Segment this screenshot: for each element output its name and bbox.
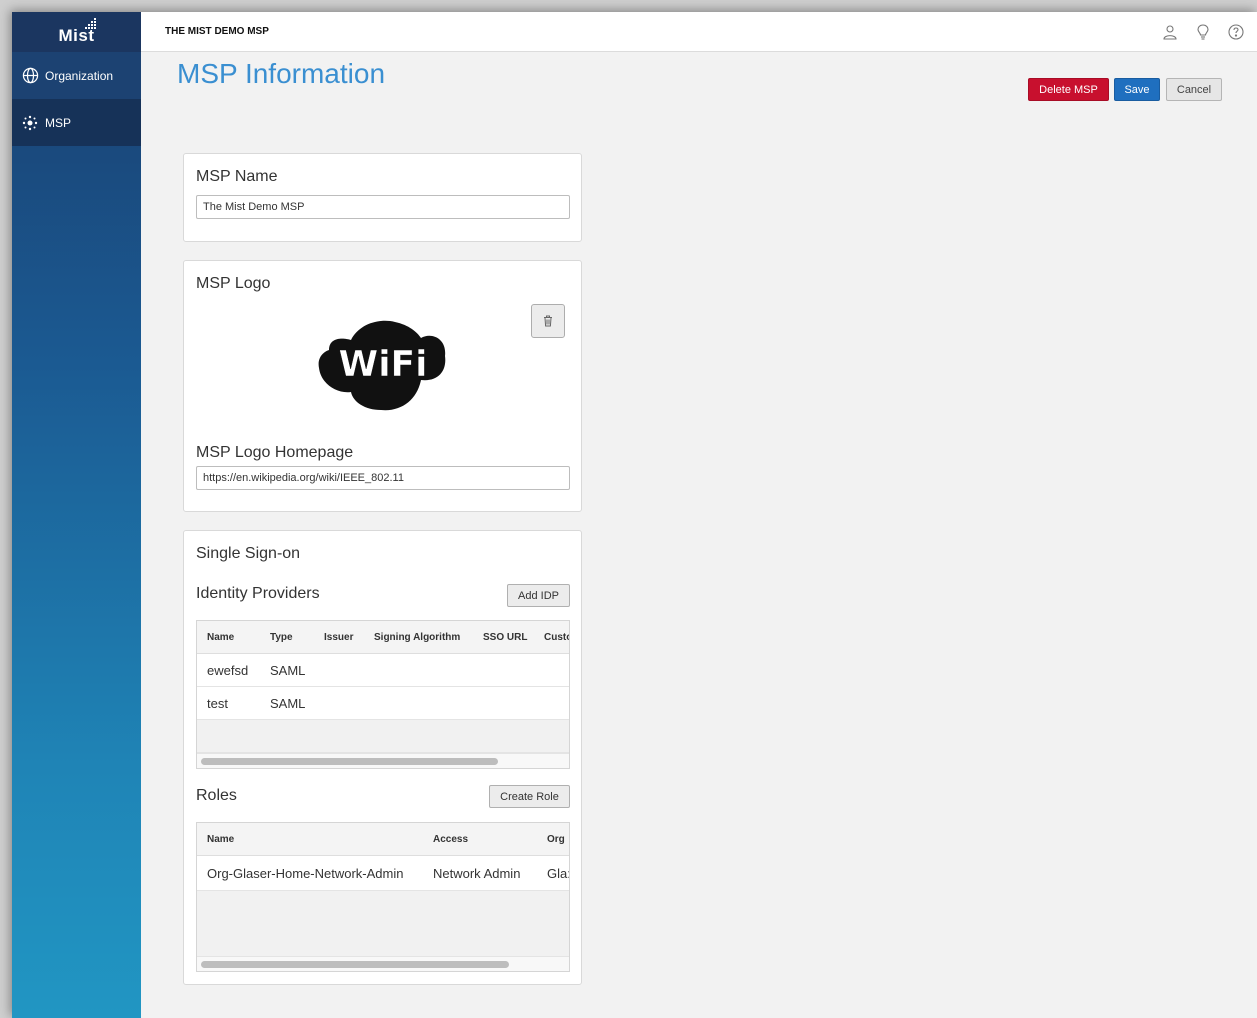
msp-logo-card: MSP Logo WiFi MSP Logo Homepage https://… xyxy=(183,260,582,512)
msp-name-heading: MSP Name xyxy=(196,168,278,185)
delete-msp-button[interactable]: Delete MSP xyxy=(1028,78,1109,101)
idp-type-cell: SAML xyxy=(270,663,306,678)
scrollbar-thumb[interactable] xyxy=(201,961,509,968)
add-idp-button[interactable]: Add IDP xyxy=(507,584,570,607)
globe-icon xyxy=(21,67,39,85)
page-title: MSP Information xyxy=(177,58,386,89)
mist-logo[interactable]: Mist xyxy=(12,12,141,52)
column-header[interactable]: SSO URL xyxy=(483,632,527,643)
cancel-button[interactable]: Cancel xyxy=(1166,78,1222,101)
msp-logo-homepage-input[interactable]: https://en.wikipedia.org/wiki/IEEE_802.1… xyxy=(196,466,570,490)
create-role-button[interactable]: Create Role xyxy=(489,785,570,808)
msp-icon xyxy=(21,114,39,132)
trash-icon xyxy=(544,315,552,327)
msp-logo-homepage-heading: MSP Logo Homepage xyxy=(196,444,354,461)
sso-card: Single Sign-on Identity Providers Add ID… xyxy=(183,530,582,985)
column-header[interactable]: Name xyxy=(207,834,234,845)
column-header[interactable]: Issuer xyxy=(324,632,353,643)
idp-type-cell: SAML xyxy=(270,696,306,711)
role-org-cell: Gla: xyxy=(547,866,570,881)
user-icon[interactable] xyxy=(1161,23,1179,41)
table-row[interactable]: test SAML xyxy=(197,687,569,720)
msp-logo-heading: MSP Logo xyxy=(196,275,271,292)
delete-logo-button[interactable] xyxy=(531,304,565,338)
top-bar: THE MIST DEMO MSP xyxy=(141,12,1257,52)
column-header[interactable]: Signing Algorithm xyxy=(374,632,460,643)
header-icons xyxy=(1161,23,1245,41)
sidebar: Mist Organization MSP xyxy=(12,12,141,1018)
table-row[interactable]: ewefsd SAML xyxy=(197,654,569,687)
role-access-cell: Network Admin xyxy=(433,866,521,881)
roles-table: Name Access Org Org-Glaser-Home-Network-… xyxy=(196,822,570,972)
identity-providers-table: Name Type Issuer Signing Algorithm SSO U… xyxy=(196,620,570,769)
table-row[interactable]: Org-Glaser-Home-Network-Admin Network Ad… xyxy=(197,856,569,891)
table-header: Name Access Org xyxy=(197,823,569,856)
identity-providers-heading: Identity Providers xyxy=(196,585,320,602)
msp-name-card: MSP Name The Mist Demo MSP xyxy=(183,153,582,242)
horizontal-scrollbar[interactable] xyxy=(197,956,569,971)
scrollbar-thumb[interactable] xyxy=(201,758,498,765)
msp-logo-image: WiFi xyxy=(318,320,446,411)
sidebar-item-label: Organization xyxy=(45,68,114,83)
sidebar-item-organization[interactable]: Organization xyxy=(12,52,141,99)
sidebar-item-label: MSP xyxy=(45,115,72,130)
role-name-cell: Org-Glaser-Home-Network-Admin xyxy=(207,866,404,881)
logo-wifi-text: WiFi xyxy=(339,344,428,385)
logo-dots-icon xyxy=(85,18,96,29)
idp-name-cell: test xyxy=(207,696,228,711)
column-header[interactable]: Access xyxy=(433,834,468,845)
sso-heading: Single Sign-on xyxy=(196,545,301,562)
column-header[interactable]: Name xyxy=(207,632,234,643)
roles-heading: Roles xyxy=(196,787,237,804)
help-icon[interactable] xyxy=(1227,23,1245,41)
column-header[interactable]: Type xyxy=(270,632,293,643)
save-button[interactable]: Save xyxy=(1114,78,1160,101)
app-window: Mist Organization MSP THE MIST DEMO MSP … xyxy=(12,12,1257,1018)
idp-name-cell: ewefsd xyxy=(207,663,249,678)
empty-row xyxy=(197,720,569,753)
empty-row xyxy=(197,891,569,957)
msp-header-name: THE MIST DEMO MSP xyxy=(165,26,269,37)
column-header[interactable]: Org xyxy=(547,834,565,845)
lightbulb-icon[interactable] xyxy=(1194,23,1212,41)
sidebar-item-msp[interactable]: MSP xyxy=(12,99,141,146)
msp-name-input[interactable]: The Mist Demo MSP xyxy=(196,195,570,219)
column-header[interactable]: Custo xyxy=(544,632,569,643)
horizontal-scrollbar[interactable] xyxy=(197,753,569,768)
table-header: Name Type Issuer Signing Algorithm SSO U… xyxy=(197,621,569,654)
